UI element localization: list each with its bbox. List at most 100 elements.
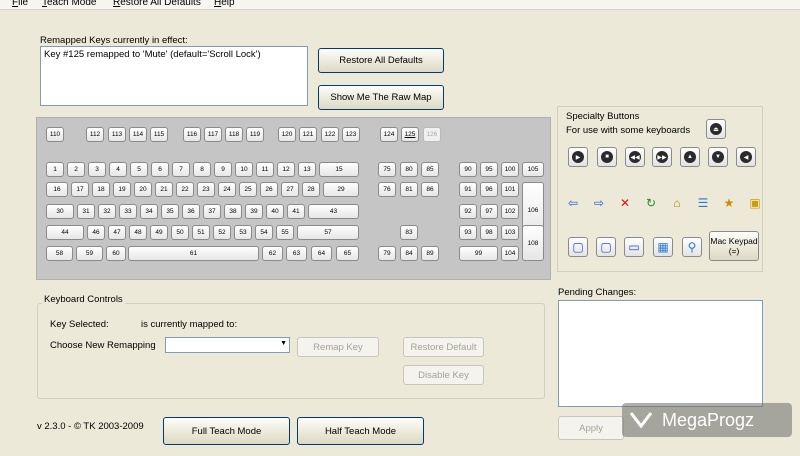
key-92[interactable]: 92 [459,204,477,219]
key-6[interactable]: 6 [151,162,169,177]
key-120[interactable]: 120 [278,127,296,142]
disable-key-button[interactable]: Disable Key [403,365,484,385]
key-121[interactable]: 121 [299,127,317,142]
key-23[interactable]: 23 [197,182,215,197]
key-59[interactable]: 59 [76,246,103,261]
home-button[interactable]: ⌂ [667,193,687,213]
menu-teach-mode[interactable]: Teach Mode [42,0,96,8]
key-22[interactable]: 22 [176,182,194,197]
key-24[interactable]: 24 [218,182,236,197]
key-32[interactable]: 32 [98,204,116,219]
remapped-item[interactable]: Key #125 remapped to 'Mute' (default='Sc… [44,49,304,60]
mute-button[interactable]: ◀ [736,147,756,167]
key-85[interactable]: 85 [421,162,439,177]
key-60[interactable]: 60 [106,246,126,261]
key-34[interactable]: 34 [140,204,158,219]
remap-key-button[interactable]: Remap Key [297,337,379,357]
key-43[interactable]: 43 [308,204,359,219]
key-118[interactable]: 118 [225,127,243,142]
search-button[interactable]: ⚲ [682,237,702,257]
key-110[interactable]: 110 [46,127,64,142]
show-raw-map-button[interactable]: Show Me The Raw Map [318,85,444,110]
key-9[interactable]: 9 [214,162,232,177]
key-86[interactable]: 86 [421,182,439,197]
key-3[interactable]: 3 [88,162,106,177]
volume-up-button[interactable]: ▲ [680,147,700,167]
remapped-list[interactable]: Key #125 remapped to 'Mute' (default='Sc… [40,46,308,106]
key-29[interactable]: 29 [323,182,359,197]
key-115[interactable]: 115 [150,127,168,142]
key-113[interactable]: 113 [108,127,126,142]
key-84[interactable]: 84 [400,246,418,261]
refresh-button[interactable]: ↻ [641,193,661,213]
key-47[interactable]: 47 [108,225,126,240]
key-21[interactable]: 21 [155,182,173,197]
key-76[interactable]: 76 [378,182,396,197]
search-doc-button[interactable]: ☰ [693,193,713,213]
key-41[interactable]: 41 [287,204,305,219]
next-track-button[interactable]: ▶▶ [652,147,672,167]
key-15[interactable]: 15 [319,162,359,177]
key-90[interactable]: 90 [459,162,477,177]
key-75[interactable]: 75 [378,162,396,177]
folder-button[interactable]: ▣ [745,193,765,213]
key-122[interactable]: 122 [321,127,339,142]
key-44[interactable]: 44 [46,225,84,240]
computer-button[interactable]: ▭ [624,237,644,257]
calculator-button[interactable]: ▦ [653,237,673,257]
volume-down-button[interactable]: ▼ [708,147,728,167]
key-19[interactable]: 19 [113,182,131,197]
window-button[interactable]: ▢ [568,237,588,257]
key-16[interactable]: 16 [46,182,68,197]
key-80[interactable]: 80 [400,162,418,177]
key-20[interactable]: 20 [134,182,152,197]
key-25[interactable]: 25 [239,182,257,197]
key-96[interactable]: 96 [480,182,498,197]
back-arrow-button[interactable]: ⇦ [563,193,583,213]
key-4[interactable]: 4 [109,162,127,177]
key-103[interactable]: 103 [501,225,519,240]
key-7[interactable]: 7 [172,162,190,177]
key-98[interactable]: 98 [480,225,498,240]
key-57[interactable]: 57 [297,225,359,240]
key-2[interactable]: 2 [67,162,85,177]
stop-button[interactable]: ■ [597,147,617,167]
key-97[interactable]: 97 [480,204,498,219]
key-17[interactable]: 17 [71,182,89,197]
key-50[interactable]: 50 [171,225,189,240]
key-53[interactable]: 53 [234,225,252,240]
key-48[interactable]: 48 [129,225,147,240]
stop-red-button[interactable]: ✕ [615,193,635,213]
key-46[interactable]: 46 [87,225,105,240]
key-36[interactable]: 36 [182,204,200,219]
key-49[interactable]: 49 [150,225,168,240]
key-104[interactable]: 104 [501,246,519,261]
key-38[interactable]: 38 [224,204,242,219]
mac-keypad-button[interactable]: Mac Keypad (=) [709,231,759,261]
key-95[interactable]: 95 [480,162,498,177]
key-27[interactable]: 27 [281,182,299,197]
key-105[interactable]: 105 [522,162,544,177]
window2-button[interactable]: ▢ [596,237,616,257]
key-102[interactable]: 102 [501,204,519,219]
key-124[interactable]: 124 [380,127,398,142]
key-64[interactable]: 64 [311,246,332,261]
key-28[interactable]: 28 [302,182,320,197]
key-61[interactable]: 61 [128,246,259,261]
key-101[interactable]: 101 [501,182,519,197]
key-123[interactable]: 123 [342,127,360,142]
key-116[interactable]: 116 [183,127,201,142]
key-10[interactable]: 10 [235,162,253,177]
key-8[interactable]: 8 [193,162,211,177]
key-114[interactable]: 114 [129,127,147,142]
key-93[interactable]: 93 [459,225,477,240]
key-99[interactable]: 99 [459,246,498,261]
key-58[interactable]: 58 [46,246,73,261]
restore-default-button[interactable]: Restore Default [403,337,484,357]
play-button[interactable]: ▶ [568,147,588,167]
key-39[interactable]: 39 [245,204,263,219]
key-63[interactable]: 63 [286,246,307,261]
apply-button[interactable]: Apply [558,416,624,440]
key-31[interactable]: 31 [77,204,95,219]
menu-file[interactable]: File [12,0,28,8]
